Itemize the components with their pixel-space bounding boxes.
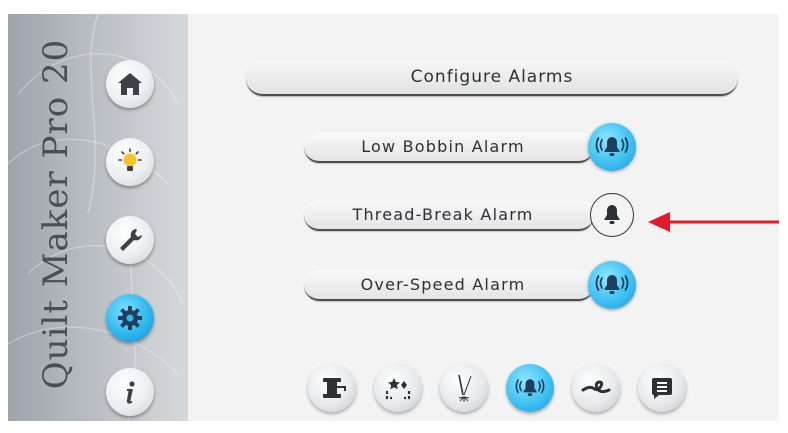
message-icon bbox=[652, 378, 672, 399]
over-speed-alarm-toggle[interactable] bbox=[588, 261, 636, 309]
sidebar-item-settings[interactable] bbox=[106, 294, 154, 342]
alarm-label-text: Over-Speed Alarm bbox=[360, 275, 526, 294]
sparkle-corner-icon bbox=[385, 378, 411, 400]
tab-thread-knot[interactable] bbox=[572, 364, 620, 412]
sidebar-item-tools[interactable] bbox=[106, 216, 154, 264]
alarm-bell-off-icon bbox=[604, 205, 620, 224]
wrench-icon bbox=[120, 229, 142, 251]
page-title: Configure Alarms bbox=[246, 60, 738, 96]
alarm-bell-on-icon bbox=[595, 137, 629, 156]
thread-break-alarm-toggle[interactable] bbox=[590, 193, 634, 237]
bobbin-icon bbox=[323, 378, 346, 398]
needle-icon bbox=[458, 374, 472, 402]
alarm-label-low-bobbin: Low Bobbin Alarm bbox=[304, 132, 594, 163]
alarm-bell-icon bbox=[515, 379, 545, 396]
app-frame: Quilt Maker Pro 20 Configure Alarms Low … bbox=[8, 14, 779, 421]
info-icon bbox=[126, 381, 135, 404]
sidebar-item-info[interactable] bbox=[106, 368, 154, 416]
alarm-label-thread-break: Thread-Break Alarm bbox=[304, 200, 594, 231]
tab-messages[interactable] bbox=[638, 364, 686, 412]
tab-bobbin[interactable] bbox=[308, 364, 356, 412]
gear-icon bbox=[118, 306, 142, 330]
low-bobbin-alarm-toggle[interactable] bbox=[588, 123, 636, 171]
alarm-bell-on-icon bbox=[595, 275, 629, 294]
tab-needle[interactable] bbox=[440, 364, 488, 412]
home-icon bbox=[118, 73, 142, 95]
tab-stitch-regulation[interactable] bbox=[374, 364, 422, 412]
lightbulb-icon bbox=[118, 148, 142, 171]
alarm-row-thread-break: Thread-Break Alarm bbox=[304, 193, 654, 238]
brand-title: Quilt Maker Pro 20 bbox=[36, 38, 76, 390]
alarm-label-over-speed: Over-Speed Alarm bbox=[304, 270, 594, 301]
sidebar: Quilt Maker Pro 20 bbox=[8, 14, 188, 421]
tab-alarms[interactable] bbox=[506, 364, 554, 412]
alarm-label-text: Low Bobbin Alarm bbox=[361, 137, 525, 156]
alarm-label-text: Thread-Break Alarm bbox=[352, 205, 534, 224]
alarm-row-low-bobbin: Low Bobbin Alarm bbox=[304, 123, 654, 171]
floral-background-decoration bbox=[8, 14, 184, 421]
knot-icon bbox=[581, 380, 611, 394]
page-title-text: Configure Alarms bbox=[410, 67, 574, 87]
sidebar-item-home[interactable] bbox=[106, 60, 154, 108]
alarm-row-over-speed: Over-Speed Alarm bbox=[304, 261, 654, 309]
annotation-arrow bbox=[648, 212, 779, 232]
sidebar-item-tips[interactable] bbox=[106, 138, 154, 186]
